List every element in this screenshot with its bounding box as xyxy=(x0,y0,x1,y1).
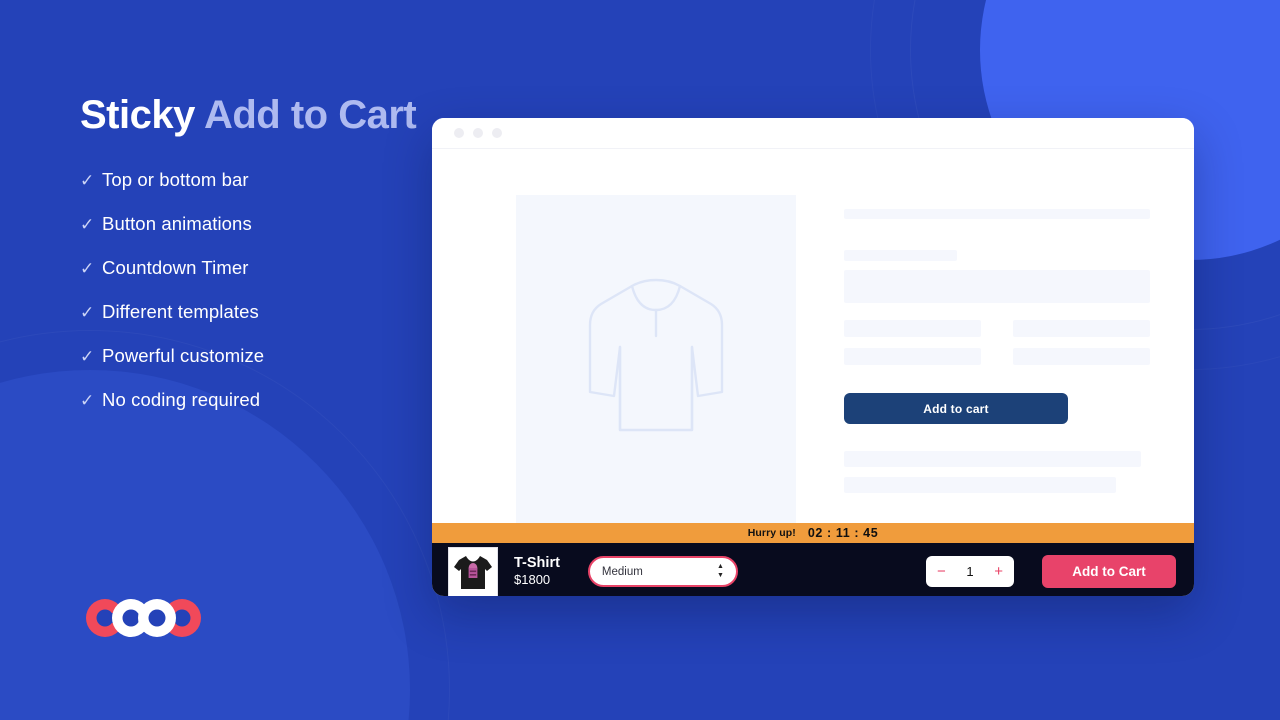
feature-item-different-templates: ✓ Different templates xyxy=(80,301,420,323)
sticky-add-to-cart-bar: T-Shirt $1800 Medium ▲ ▼ − 1 + Add to Car… xyxy=(432,543,1194,596)
skeleton-cell xyxy=(1013,348,1150,365)
skeleton-line xyxy=(844,451,1141,467)
skeleton-row-2 xyxy=(844,348,1150,365)
quantity-stepper[interactable]: − 1 + xyxy=(926,556,1014,587)
feature-list: ✓ Top or bottom bar ✓ Button animations … xyxy=(80,169,420,411)
feature-label: No coding required xyxy=(102,389,261,411)
feature-item-button-animations: ✓ Button animations xyxy=(80,213,420,235)
skeleton-product-title xyxy=(844,209,1150,219)
feature-label: Top or bottom bar xyxy=(102,169,249,191)
window-close-dot[interactable] xyxy=(454,128,464,138)
skeleton-cell xyxy=(1013,320,1150,337)
check-icon: ✓ xyxy=(80,346,95,366)
feature-item-countdown-timer: ✓ Countdown Timer xyxy=(80,257,420,279)
feature-label: Countdown Timer xyxy=(102,257,249,279)
skeleton-row-1 xyxy=(844,320,1150,337)
product-detail-skeleton: Add to cart xyxy=(844,195,1150,523)
feature-item-no-coding-required: ✓ No coding required xyxy=(80,389,420,411)
feature-item-top-or-bottom-bar: ✓ Top or bottom bar xyxy=(80,169,420,191)
logo-ring-3 xyxy=(138,599,176,637)
page-title-rest: Add to Cart xyxy=(194,93,417,137)
quantity-decrement-button[interactable]: − xyxy=(937,564,946,579)
skeleton-line xyxy=(844,477,1117,493)
hero-panel: Sticky Add to Cart ✓ Top or bottom bar ✓… xyxy=(80,88,420,433)
skeleton-field-box xyxy=(844,270,1150,303)
window-maximize-dot[interactable] xyxy=(492,128,502,138)
chevron-updown-icon: ▲ ▼ xyxy=(716,563,724,579)
window-minimize-dot[interactable] xyxy=(473,128,483,138)
skeleton-cell xyxy=(844,320,981,337)
feature-label: Different templates xyxy=(102,301,259,323)
variant-select[interactable]: Medium ▲ ▼ xyxy=(587,556,738,587)
hurry-up-label: Hurry up! xyxy=(747,527,796,539)
check-icon: ✓ xyxy=(80,258,95,278)
variant-selected-value: Medium xyxy=(601,565,643,578)
browser-mockup: Add to cart Hurry up! 02 : 11 : 45 T-Shi… xyxy=(432,118,1194,596)
check-icon: ✓ xyxy=(80,302,95,322)
feature-label: Powerful customize xyxy=(102,345,265,367)
product-thumbnail[interactable] xyxy=(448,546,498,596)
sticky-add-to-cart-button[interactable]: Add to Cart xyxy=(1042,555,1176,588)
page-add-to-cart-button[interactable]: Add to cart xyxy=(844,393,1068,424)
page-title-strong: Sticky xyxy=(80,93,195,137)
skeleton-field-label xyxy=(844,250,958,261)
check-icon: ✓ xyxy=(80,170,95,190)
quantity-value: 1 xyxy=(966,564,974,579)
feature-label: Button animations xyxy=(102,213,252,235)
product-image-placeholder xyxy=(516,195,796,523)
countdown-banner: Hurry up! 02 : 11 : 45 xyxy=(432,523,1194,543)
tshirt-thumbnail-icon xyxy=(454,555,492,589)
sticky-product-meta: T-Shirt $1800 xyxy=(514,554,560,589)
skeleton-description xyxy=(844,451,1150,493)
skeleton-cell xyxy=(844,348,981,365)
browser-titlebar xyxy=(432,118,1194,149)
sticky-product-name: T-Shirt xyxy=(514,554,560,571)
check-icon: ✓ xyxy=(80,214,95,234)
countdown-timer: 02 : 11 : 45 xyxy=(807,526,879,540)
shirt-icon xyxy=(588,278,724,432)
quantity-increment-button[interactable]: + xyxy=(994,564,1003,579)
page-title: Sticky Add to Cart xyxy=(80,88,420,143)
feature-item-powerful-customize: ✓ Powerful customize xyxy=(80,345,420,367)
product-page: Add to cart xyxy=(432,149,1194,523)
check-icon: ✓ xyxy=(80,390,95,410)
sticky-product-price: $1800 xyxy=(514,572,551,588)
gooo-logo xyxy=(86,599,201,637)
